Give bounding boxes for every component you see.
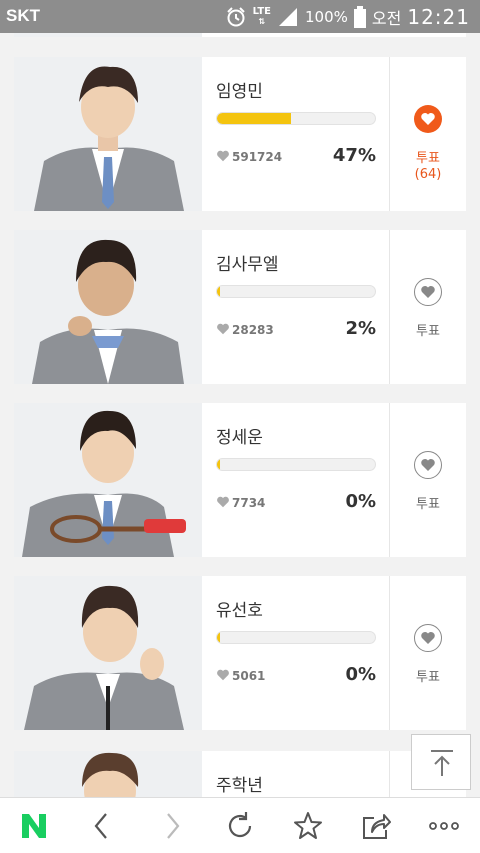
trainee-photo [14,751,202,797]
forward-button[interactable] [156,810,188,842]
vote-label[interactable]: 투표 [390,147,466,166]
vote-progress-fill [217,459,221,470]
share-button[interactable] [360,810,392,842]
time-ampm: 오전 [371,8,402,28]
heart-icon [421,632,435,644]
back-button[interactable] [86,810,118,842]
status-bar: SKT LTE ⇅ 100% 오전 12:21 [0,0,480,33]
network-type: LTE ⇅ [252,5,272,26]
vote-progress-bar [216,458,376,471]
heart-icon [421,286,435,298]
vote-label[interactable]: 투표 [390,666,466,685]
vote-button[interactable] [414,278,442,306]
refresh-icon [228,812,252,838]
vote-percent: 47% [332,145,376,166]
vote-progress-bar [216,631,376,644]
battery-icon [353,5,366,28]
share-icon [363,814,391,839]
trainee-card: 임영민 591724 47% 투표 (64) [14,57,466,211]
vote-progress-fill [217,286,221,297]
status-icons: LTE ⇅ 100% 오전 12:21 [225,3,470,30]
vote-button[interactable] [414,451,442,479]
trainee-photo [14,33,202,37]
vote-button-area[interactable]: 투표 [390,403,466,557]
signal-icon [279,7,298,26]
more-icon [429,822,459,830]
vote-button[interactable] [414,105,442,133]
refresh-button[interactable] [224,810,256,842]
heart-icon [217,669,229,681]
naver-home-icon [22,814,46,838]
divider [389,751,390,797]
trainee-name: 임영민 [216,82,263,102]
vote-button-area[interactable]: 투표 (64) [390,57,466,211]
vote-total: 5061 [232,669,266,683]
heart-icon [421,113,435,125]
vote-button-area[interactable]: 투표 [390,576,466,730]
heart-icon [217,150,229,162]
vote-progress-fill [217,632,221,643]
trainee-name: 유선호 [216,601,263,621]
forward-icon [167,813,180,839]
trainee-name: 주학년 [216,776,263,796]
arrow-up-icon [431,750,453,776]
naver-home-button[interactable] [18,810,50,842]
vote-total: 28283 [232,323,274,337]
vote-label[interactable]: 투표 [390,320,466,339]
vote-progress-fill [217,113,292,124]
alarm-icon [226,6,245,26]
vote-total: 591724 [232,150,283,164]
vote-total: 7734 [232,496,266,510]
vote-button-area[interactable]: 투표 [390,230,466,384]
trainee-card: 김사무엘 28283 2% 투표 [14,230,466,384]
carrier-label: SKT [6,6,40,25]
vote-progress-bar [216,285,376,298]
heart-icon [217,496,229,508]
heart-icon [421,459,435,471]
back-icon [94,813,107,839]
trainee-card-partial: 주학년 [14,751,466,797]
battery-percent: 100% [305,7,348,26]
trainee-photo [14,403,202,557]
trainee-photo [14,57,202,211]
trainee-card: 정세운 7734 0% 투표 [14,403,466,557]
trainee-photo [14,576,202,730]
trainee-name: 정세운 [216,428,263,448]
vote-button[interactable] [414,624,442,652]
clock: 12:21 [407,4,470,29]
vote-label[interactable]: 투표 [390,493,466,512]
browser-toolbar [0,797,480,853]
vote-percent: 2% [345,318,376,339]
vote-percent: 0% [345,664,376,685]
vote-list[interactable]: 임영민 591724 47% 투표 (64) 김사무엘 28283 2% 투표 … [0,33,480,797]
trainee-photo [14,230,202,384]
my-vote-count: (64) [414,167,442,182]
vote-progress-bar [216,112,376,125]
more-button[interactable] [428,810,460,842]
previous-card-partial [14,33,466,37]
bookmark-star-icon [294,812,322,839]
scroll-to-top-button[interactable] [411,734,471,790]
trainee-name: 김사무엘 [216,255,279,275]
heart-icon [217,323,229,335]
trainee-card: 유선호 5061 0% 투표 [14,576,466,730]
bookmark-button[interactable] [292,810,324,842]
vote-percent: 0% [345,491,376,512]
